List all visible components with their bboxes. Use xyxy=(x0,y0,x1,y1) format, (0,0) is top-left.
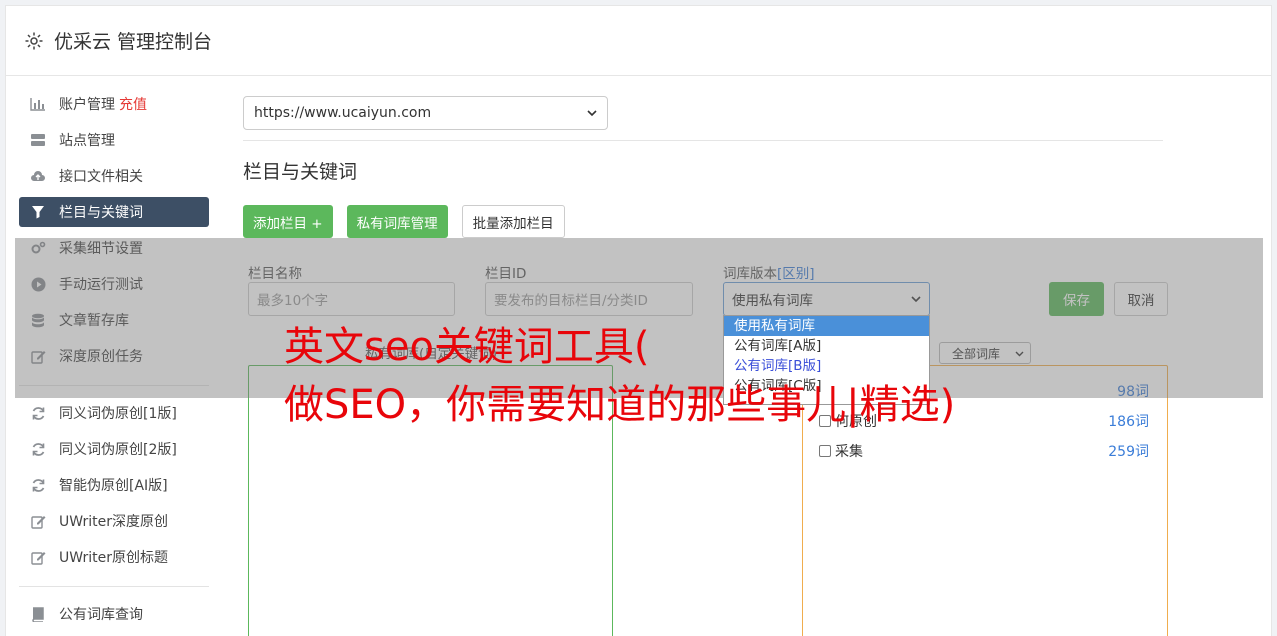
site-select[interactable]: https://www.ucaiyun.com xyxy=(243,96,608,130)
sidebar-item-label: 账户管理 xyxy=(59,97,115,113)
sidebar-item-public-lib[interactable]: 公有词库查询 xyxy=(19,599,209,629)
chevron-down-icon xyxy=(587,105,597,121)
page-title: 优采云 管理控制台 xyxy=(54,31,213,53)
sidebar-item-columns-keywords[interactable]: 栏目与关键词 xyxy=(19,197,209,227)
book-icon xyxy=(30,606,46,622)
sidebar-item-label: 栏目与关键词 xyxy=(59,205,143,221)
lib-count: 186词 xyxy=(1108,414,1149,430)
checkbox[interactable] xyxy=(819,445,831,457)
server-icon xyxy=(30,132,46,148)
sidebar-item-synonym-v1[interactable]: 同义词伪原创[1版] xyxy=(19,398,209,428)
sidebar-item-uwriter-title[interactable]: UWriter原创标题 xyxy=(19,542,209,572)
site-select-value: https://www.ucaiyun.com xyxy=(254,105,432,121)
sidebar-item-label: 同义词伪原创[2版] xyxy=(59,442,177,458)
sidebar-item-uwriter-deep[interactable]: UWriter深度原创 xyxy=(19,506,209,536)
add-column-button[interactable]: 添加栏目 + xyxy=(243,205,333,238)
refresh-icon xyxy=(30,441,46,457)
sidebar-item-label: UWriter原创标题 xyxy=(59,550,168,566)
lib-name: 采集 xyxy=(835,444,863,460)
filter-icon xyxy=(30,204,46,220)
bar-chart-icon xyxy=(30,96,46,112)
sidebar-item-label: 站点管理 xyxy=(59,133,115,149)
sidebar-item-label: 接口文件相关 xyxy=(59,169,143,185)
sidebar-item-label: 同义词伪原创[1版] xyxy=(59,406,177,422)
sidebar-item-label: 公有词库查询 xyxy=(59,607,143,623)
sidebar-item-account[interactable]: 账户管理 充值 xyxy=(19,89,209,119)
sidebar-item-label: UWriter深度原创 xyxy=(59,514,168,530)
refresh-icon xyxy=(30,477,46,493)
batch-add-button[interactable]: 批量添加栏目 xyxy=(461,205,565,238)
sidebar-item-label: 智能伪原创[AI版] xyxy=(59,478,168,494)
sidebar-item-ai-rewrite[interactable]: 智能伪原创[AI版] xyxy=(19,470,209,500)
recharge-link[interactable]: 充值 xyxy=(119,94,147,114)
overlay-line-1: 英文seo关键词工具( xyxy=(284,324,650,370)
gear-icon xyxy=(24,31,44,51)
sidebar-item-api-files[interactable]: 接口文件相关 xyxy=(19,161,209,191)
overlay-title: 英文seo关键词工具( 做SEO，你需要知道的那些事儿|精选) xyxy=(284,318,955,434)
refresh-icon xyxy=(30,405,46,421)
cloud-upload-icon xyxy=(30,168,46,184)
section-title: 栏目与关键词 xyxy=(243,161,358,183)
lib-count: 259词 xyxy=(1108,444,1149,460)
list-item[interactable]: 采集 259词 xyxy=(819,441,1149,461)
edit-icon xyxy=(30,513,46,529)
private-lib-button[interactable]: 私有词库管理 xyxy=(346,205,448,238)
console-header: 优采云 管理控制台 xyxy=(6,6,1271,76)
sidebar-item-synonym-v2[interactable]: 同义词伪原创[2版] xyxy=(19,434,209,464)
overlay-line-2: 做SEO，你需要知道的那些事儿|精选) xyxy=(284,382,956,428)
sidebar-item-sites[interactable]: 站点管理 xyxy=(19,125,209,155)
main-content: https://www.ucaiyun.com 栏目与关键词 添加栏目 + 私有… xyxy=(243,96,1168,636)
lib-checkbox-label: 采集 xyxy=(819,441,863,461)
edit-icon xyxy=(30,549,46,565)
divider xyxy=(243,140,1163,141)
sidebar-divider xyxy=(19,586,209,587)
action-buttons: 添加栏目 + 私有词库管理 批量添加栏目 xyxy=(243,205,1163,238)
